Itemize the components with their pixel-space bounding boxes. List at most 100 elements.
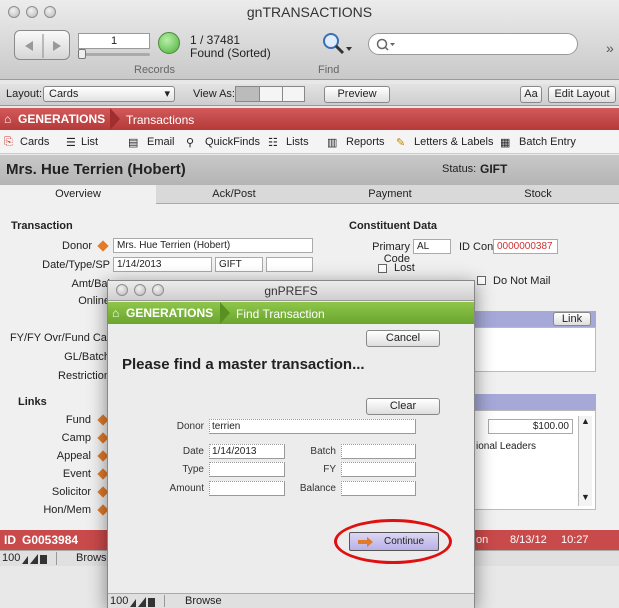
tab-overview[interactable]: Overview — [0, 185, 156, 204]
footer-time: 10:27 — [561, 534, 589, 546]
dialog-title: gnPREFS — [264, 284, 318, 298]
solicitor-label: Solicitor — [51, 486, 91, 498]
toolbar: gnTRANSACTIONS 1 1 / 37481 Found (Sorted… — [0, 0, 619, 80]
donotmail-checkbox[interactable] — [477, 276, 486, 285]
gl-batch-label: GL/Batch — [64, 351, 110, 363]
dialog-section: Find Transaction — [236, 307, 325, 321]
nav-lists[interactable]: Lists — [286, 136, 309, 148]
find-batch-field[interactable] — [341, 444, 416, 459]
preview-button[interactable]: Preview — [324, 86, 390, 103]
toolbar-overflow-icon[interactable]: » — [606, 40, 614, 56]
record-slider[interactable] — [78, 53, 150, 56]
links-heading: Links — [18, 396, 47, 408]
search-icon — [376, 38, 395, 51]
find-balance-label: Balance — [299, 483, 336, 494]
brand-label: GENERATIONS — [18, 112, 106, 126]
viewas-label: View As: — [193, 88, 235, 100]
online-label: Online — [78, 295, 110, 307]
find-batch-label: Batch — [310, 446, 336, 457]
tab-payment[interactable]: Payment — [312, 185, 468, 204]
appeal-label: Appeal — [56, 450, 91, 462]
footer-date: 8/13/12 — [510, 534, 547, 546]
home-icon[interactable]: ⌂ — [4, 112, 11, 126]
nav-reports[interactable]: Reports — [346, 136, 385, 148]
event-label: Event — [62, 468, 91, 480]
footer-partial: on — [476, 534, 489, 546]
tab-stock[interactable]: Stock — [468, 185, 608, 204]
nav-email[interactable]: Email — [147, 136, 175, 148]
find-type-field[interactable] — [209, 462, 285, 477]
dialog-zoom-level[interactable]: 100 — [110, 595, 128, 607]
find-balance-field[interactable] — [341, 481, 416, 496]
fund-description: ional Leaders — [476, 441, 537, 452]
record-name-bar: Mrs. Hue Terrien (Hobert) Status: GIFT — [0, 155, 619, 185]
nav-letters[interactable]: Letters & Labels — [414, 136, 494, 148]
search-input[interactable] — [368, 33, 578, 55]
lost-checkbox[interactable] — [378, 264, 387, 273]
constituent-heading: Constituent Data — [349, 220, 437, 232]
book-icon — [25, 34, 61, 58]
scroll-up-icon[interactable]: ▲ — [581, 416, 590, 426]
section-label: Transactions — [126, 113, 195, 127]
dialog-arrow-separator-icon — [220, 302, 230, 324]
tab-ackpost[interactable]: Ack/Post — [156, 185, 312, 204]
record-pie-icon — [158, 32, 180, 54]
find-donor-field[interactable]: terrien — [209, 419, 416, 434]
lost-label: Lost — [394, 262, 415, 274]
nav-cards[interactable]: Cards — [20, 136, 49, 148]
nav-batch[interactable]: Batch Entry — [519, 136, 576, 148]
dialog-zoom-icons[interactable] — [130, 597, 156, 607]
link-button[interactable]: Link — [553, 312, 591, 326]
fund-scrollbar[interactable]: ▲ ▼ — [578, 416, 592, 506]
transaction-heading: Transaction — [11, 220, 73, 232]
view-table-button[interactable] — [282, 87, 305, 101]
text-format-button[interactable]: Aa — [520, 86, 542, 103]
find-fy-field[interactable] — [341, 462, 416, 477]
donor-field[interactable]: Mrs. Hue Terrien (Hobert) — [113, 238, 313, 253]
arrow-separator-icon — [110, 108, 120, 130]
layout-select[interactable]: Cards ▾ — [43, 86, 175, 102]
view-list-button[interactable] — [259, 87, 282, 101]
find-button[interactable] — [318, 30, 354, 56]
lists-icon: ☷ — [268, 137, 278, 149]
edit-layout-button[interactable]: Edit Layout — [548, 86, 616, 103]
magnifier-icon — [323, 33, 352, 55]
record-count: 1 / 37481 — [190, 33, 241, 47]
record-slider-handle[interactable] — [78, 49, 86, 59]
find-date-field[interactable]: 1/14/2013 — [209, 444, 285, 459]
records-label: Records — [134, 64, 175, 76]
zoom-icons[interactable] — [22, 554, 48, 564]
record-name: Mrs. Hue Terrien (Hobert) — [6, 161, 186, 178]
fund-label: Fund — [65, 414, 91, 426]
idcon-field[interactable]: 0000000387 — [493, 239, 558, 254]
view-as-segmented[interactable] — [235, 86, 305, 102]
module-nav: ⎘ Cards ☰ List ▤ Email ⚲ QuickFinds ☷ Li… — [0, 130, 619, 154]
find-amount-field[interactable] — [209, 481, 285, 496]
find-date-label: Date — [182, 446, 204, 457]
tab-bar: Overview Ack/Post Payment Stock — [0, 185, 619, 204]
link-panel — [470, 327, 596, 372]
donor-label: Donor — [62, 240, 92, 252]
type-field[interactable]: GIFT — [215, 257, 263, 272]
nav-quickfinds[interactable]: QuickFinds — [205, 136, 260, 148]
main-window: gnTRANSACTIONS 1 1 / 37481 Found (Sorted… — [0, 0, 619, 608]
email-icon: ▤ — [128, 137, 139, 149]
record-navigator[interactable] — [14, 30, 70, 60]
nav-list[interactable]: List — [81, 136, 98, 148]
zoom-level[interactable]: 100 — [2, 552, 20, 564]
sp-field[interactable] — [266, 257, 313, 272]
view-form-button[interactable] — [236, 87, 259, 101]
dialog-prompt: Please find a master transaction... — [122, 356, 365, 373]
clear-button[interactable]: Clear — [366, 398, 440, 415]
restrictions-label: Restriction — [58, 370, 110, 382]
donor-link-icon[interactable] — [97, 240, 109, 252]
layout-label: Layout: — [6, 88, 43, 100]
status-badge: GIFT — [480, 162, 508, 176]
primary-code-field[interactable]: AL — [413, 239, 451, 254]
scroll-down-icon[interactable]: ▼ — [581, 492, 590, 502]
highlight-circle — [334, 519, 452, 564]
letters-icon: ✎ — [396, 137, 406, 149]
cancel-button[interactable]: Cancel — [366, 330, 440, 347]
record-number-field[interactable]: 1 — [78, 33, 150, 49]
date-field[interactable]: 1/14/2013 — [113, 257, 212, 272]
